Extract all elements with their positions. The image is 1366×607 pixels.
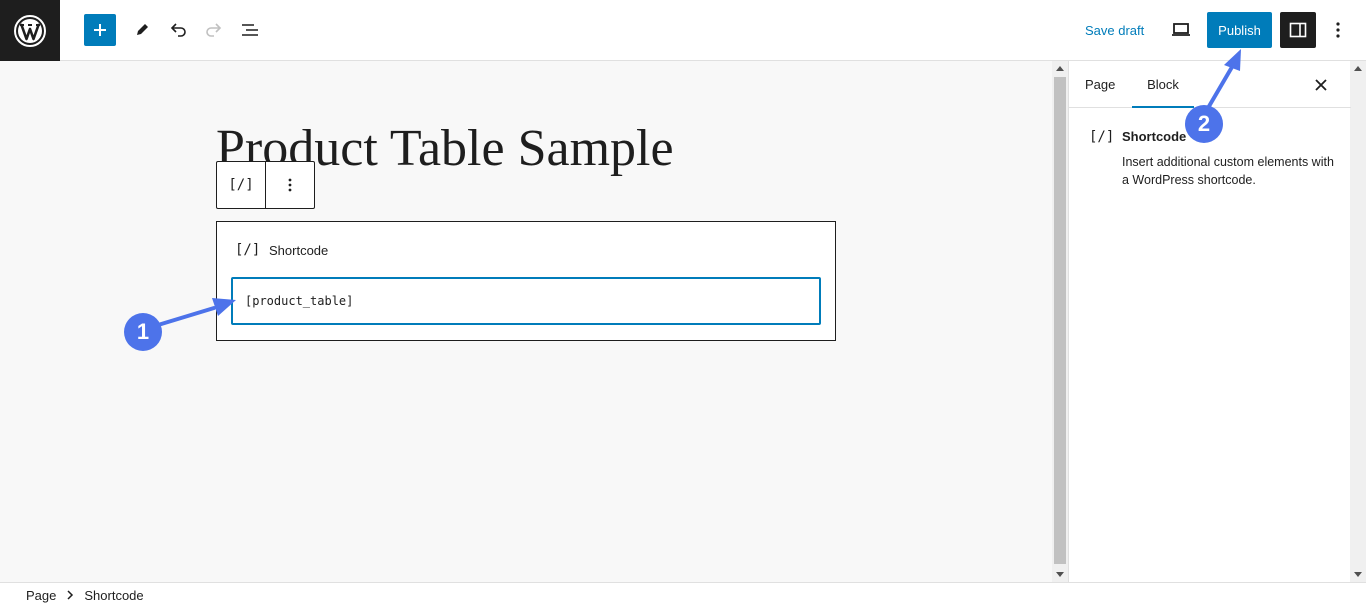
breadcrumb: Page Shortcode [0, 582, 1366, 607]
block-type-button[interactable]: [/] [217, 162, 266, 208]
vertical-ellipsis-icon [288, 178, 292, 192]
save-draft-button[interactable]: Save draft [1078, 20, 1151, 42]
scroll-down-arrow-icon[interactable] [1354, 572, 1362, 577]
block-card-title: Shortcode [1122, 129, 1187, 144]
add-block-button[interactable] [84, 14, 116, 46]
chevron-right-icon [67, 590, 74, 600]
scroll-down-arrow-icon[interactable] [1056, 572, 1064, 577]
block-toolbar: [/] [216, 161, 315, 209]
preview-button[interactable] [1165, 14, 1197, 46]
publish-button[interactable]: Publish [1207, 12, 1272, 48]
document-overview-button[interactable] [234, 14, 266, 46]
settings-button[interactable] [1280, 12, 1316, 48]
shortcode-block[interactable]: [/] Shortcode [product_table] [216, 221, 836, 341]
more-options-button[interactable] [1322, 14, 1354, 46]
breadcrumb-item-page[interactable]: Page [26, 588, 56, 603]
shortcode-label: Shortcode [269, 242, 329, 258]
shortcode-block-header: [/] Shortcode [235, 242, 328, 258]
annotation-badge-1: 1 [124, 313, 162, 351]
pencil-icon [137, 24, 148, 35]
shortcode-icon: [/] [235, 242, 261, 258]
shortcode-icon: [/] [1089, 129, 1115, 145]
scrollbar-thumb[interactable] [1054, 77, 1066, 564]
canvas-scrollbar[interactable] [1052, 61, 1068, 582]
sidebar-tabs: Page Block [1069, 61, 1351, 108]
tab-page[interactable]: Page [1085, 61, 1115, 108]
scroll-up-arrow-icon[interactable] [1056, 66, 1064, 71]
plus-icon [94, 24, 106, 36]
undo-button[interactable] [162, 14, 194, 46]
scroll-up-arrow-icon[interactable] [1354, 66, 1362, 71]
tab-block[interactable]: Block [1132, 61, 1194, 108]
breadcrumb-item-shortcode[interactable]: Shortcode [84, 588, 143, 603]
block-card-description: Insert additional custom elements with a… [1122, 155, 1334, 187]
editor-header: Save draft Publish [0, 0, 1366, 61]
sidebar-toggle-icon [1289, 22, 1307, 38]
annotation-badge-2: 2 [1185, 105, 1223, 143]
close-sidebar-button[interactable] [1309, 73, 1333, 97]
close-icon [1315, 79, 1327, 91]
undo-icon [170, 23, 186, 37]
redo-icon [206, 23, 222, 37]
vertical-ellipsis-icon [1336, 22, 1340, 38]
redo-button[interactable] [198, 14, 230, 46]
tools-button[interactable] [126, 14, 158, 46]
wordpress-logo-icon[interactable] [0, 0, 60, 61]
sidebar-scrollbar[interactable] [1350, 61, 1366, 582]
shortcode-input[interactable]: [product_table] [231, 277, 821, 325]
list-view-icon [242, 24, 258, 36]
block-options-button[interactable] [266, 162, 314, 208]
desktop-icon [1172, 23, 1190, 36]
